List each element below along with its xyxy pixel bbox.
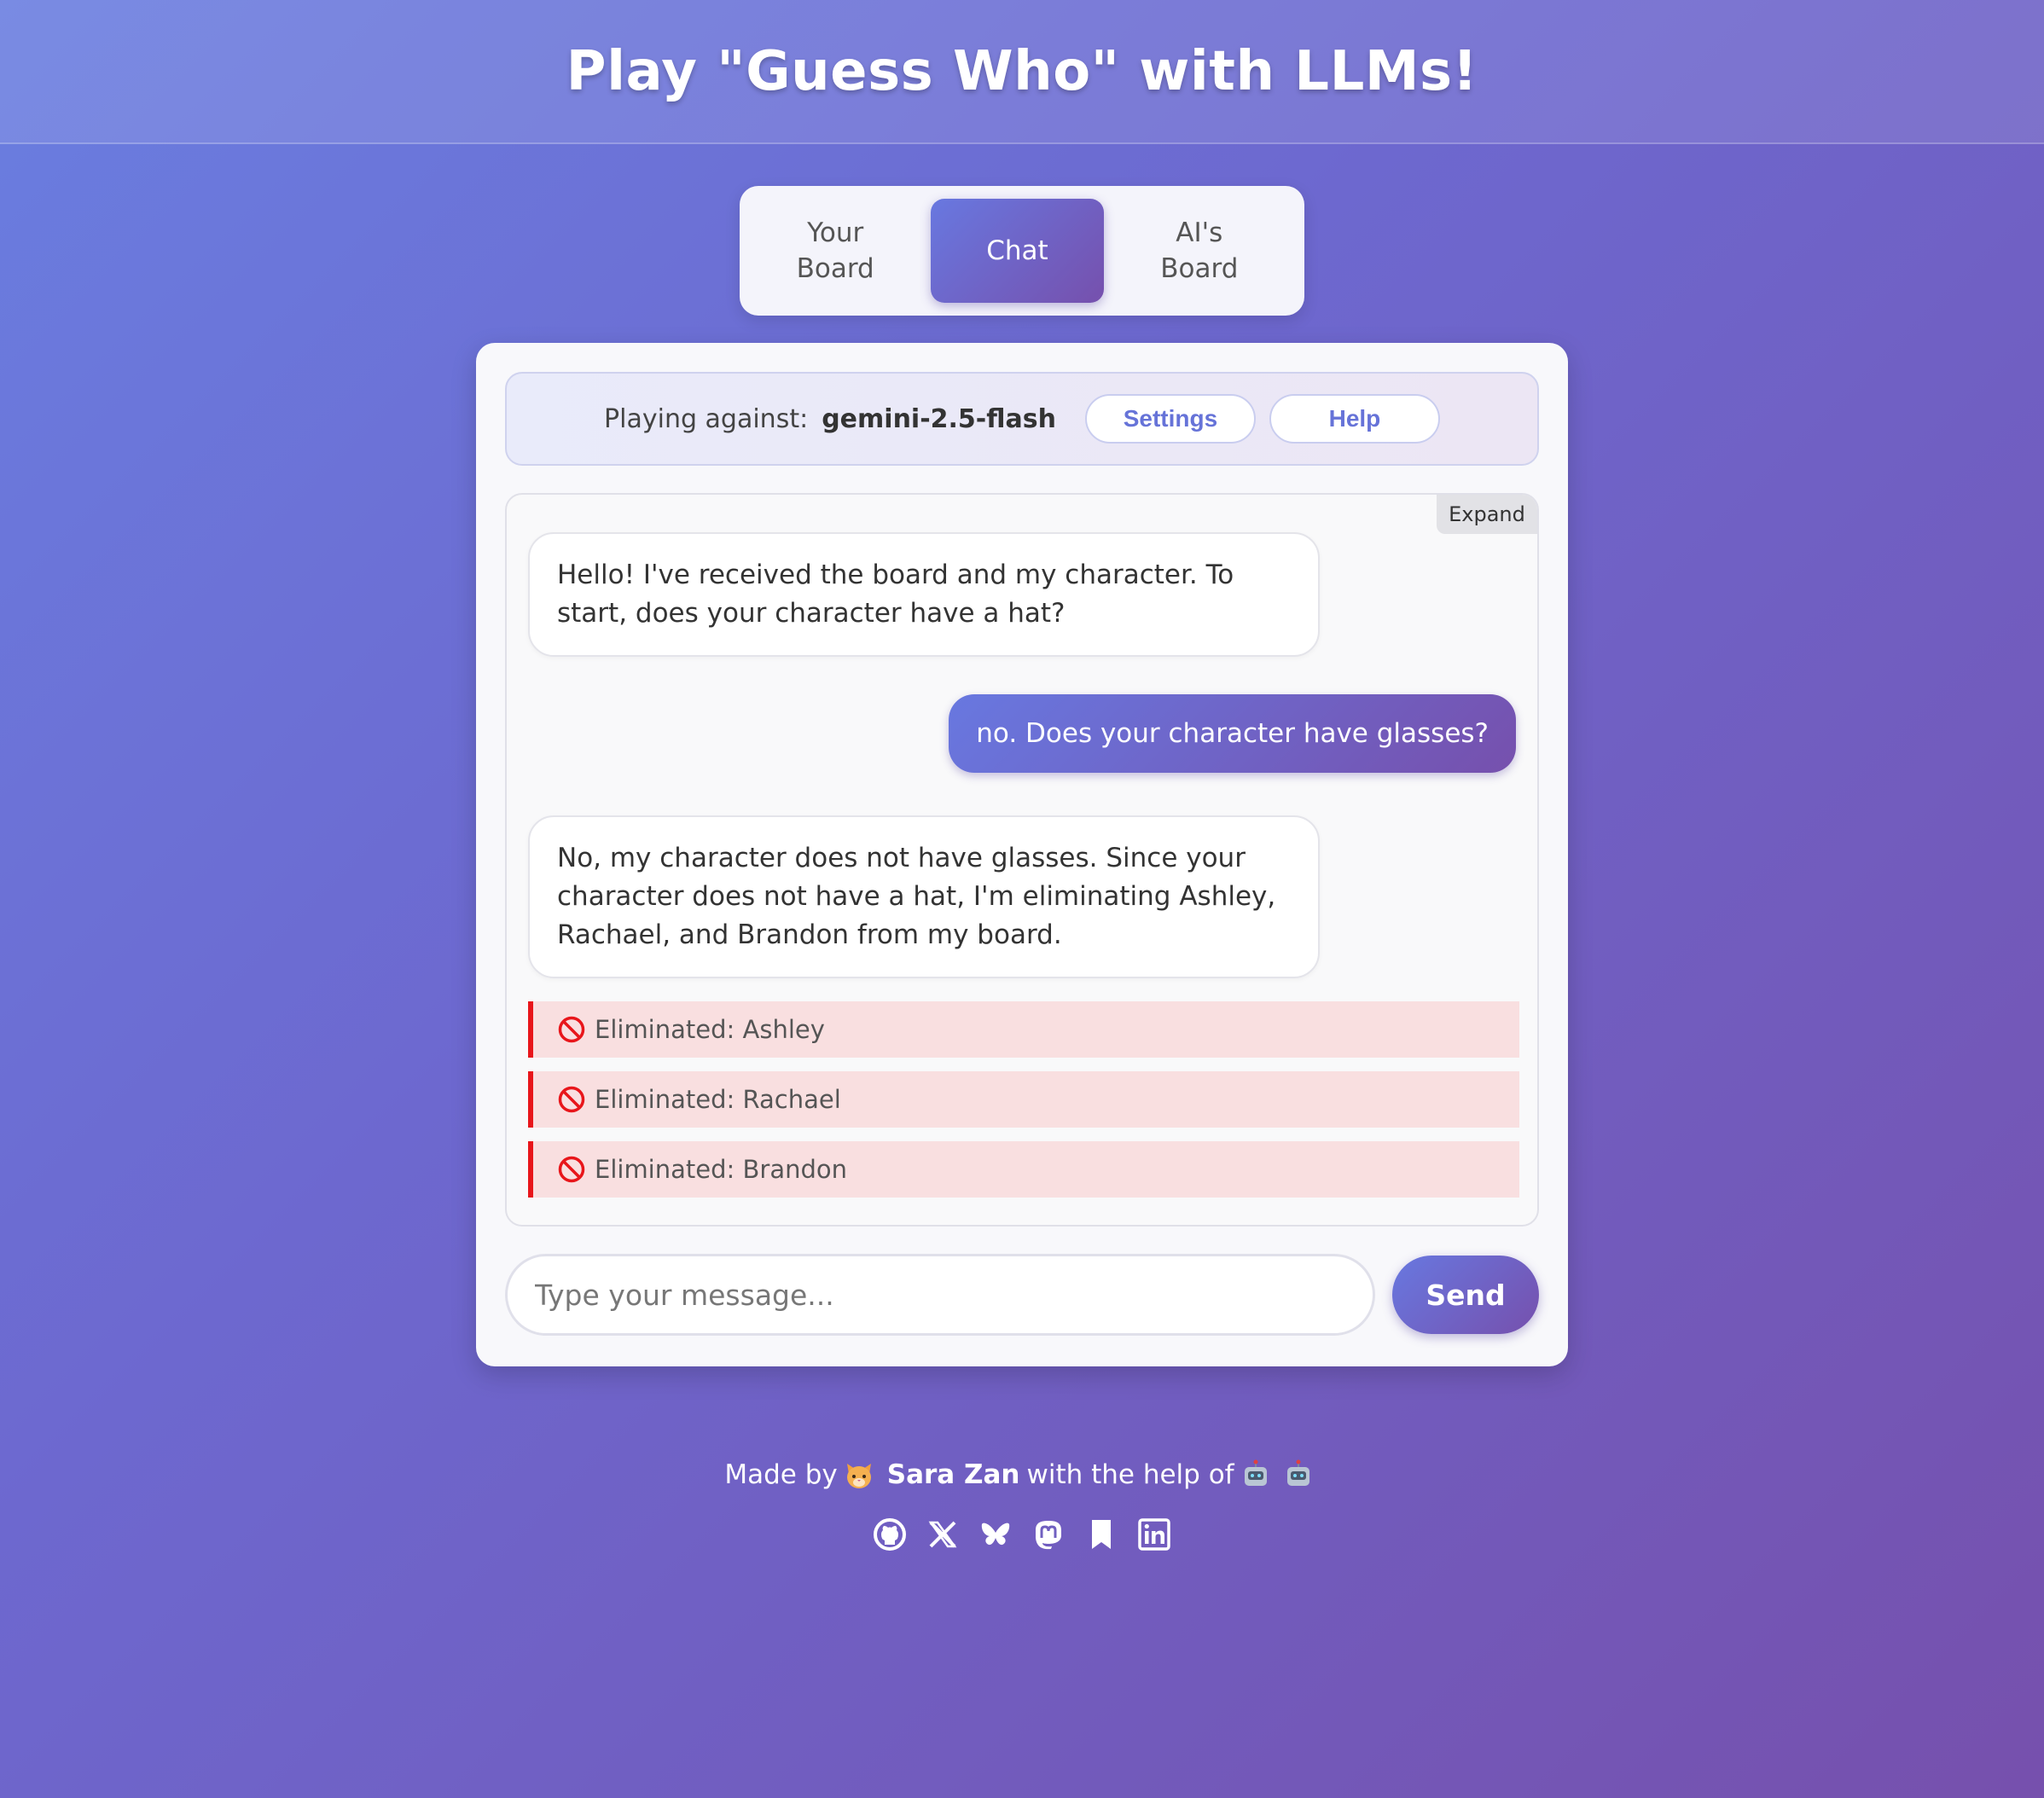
playing-against-label: Playing against:: [604, 403, 809, 434]
mastodon-icon[interactable]: [1031, 1517, 1066, 1552]
user-message: no. Does your character have glasses?: [949, 694, 1516, 773]
bluesky-icon[interactable]: [978, 1517, 1013, 1552]
send-button[interactable]: Send: [1392, 1256, 1539, 1334]
x-icon[interactable]: [925, 1517, 961, 1552]
with-help-text: with the help of: [1026, 1459, 1234, 1490]
chat-history[interactable]: Expand Hello! I've received the board an…: [505, 493, 1539, 1227]
tab-your-board[interactable]: Your Board: [749, 199, 921, 303]
social-links: [0, 1517, 2044, 1552]
ai-message: Hello! I've received the board and my ch…: [528, 532, 1320, 657]
message-composer: Send: [505, 1252, 1539, 1337]
elimination-notice: Eliminated: Brandon: [528, 1141, 1519, 1198]
tab-chat[interactable]: Chat: [931, 199, 1104, 303]
robot-emoji-icon: [1244, 1459, 1267, 1486]
elimination-notice: Eliminated: Rachael: [528, 1071, 1519, 1128]
expand-button[interactable]: Expand: [1437, 495, 1537, 534]
linkedin-icon[interactable]: [1136, 1517, 1172, 1552]
bookmark-icon[interactable]: [1083, 1517, 1119, 1552]
page-title: Play "Guess Who" with LLMs!: [566, 39, 1478, 103]
github-icon[interactable]: [872, 1517, 908, 1552]
page-footer: Made by Sara Zan with the help of: [0, 1459, 2044, 1552]
view-tabs: Your Board Chat AI's Board: [740, 186, 1304, 316]
elimination-text: Eliminated: Brandon: [595, 1155, 848, 1184]
prohibited-icon: [558, 1086, 585, 1113]
ai-message: No, my character does not have glasses. …: [528, 815, 1320, 978]
elimination-text: Eliminated: Rachael: [595, 1085, 841, 1114]
page-header: Play "Guess Who" with LLMs!: [0, 0, 2044, 144]
tab-ai-board[interactable]: AI's Board: [1113, 199, 1286, 303]
opponent-status-bar: Playing against: gemini-2.5-flash Settin…: [505, 372, 1539, 466]
author-name[interactable]: Sara Zan: [887, 1459, 1020, 1490]
made-by-text: Made by: [724, 1459, 838, 1490]
message-input[interactable]: [505, 1254, 1375, 1336]
chat-card: Playing against: gemini-2.5-flash Settin…: [476, 343, 1568, 1366]
elimination-text: Eliminated: Ashley: [595, 1015, 825, 1044]
elimination-notice: Eliminated: Ashley: [528, 1001, 1519, 1058]
robot-emoji-icon: [1286, 1459, 1309, 1486]
prohibited-icon: [558, 1156, 585, 1183]
prohibited-icon: [558, 1016, 585, 1043]
cat-emoji-icon: [846, 1464, 871, 1488]
opponent-model-name: gemini-2.5-flash: [822, 403, 1056, 434]
credits-line: Made by Sara Zan with the help of: [0, 1459, 2044, 1491]
settings-button[interactable]: Settings: [1084, 394, 1256, 444]
help-button[interactable]: Help: [1269, 394, 1440, 444]
